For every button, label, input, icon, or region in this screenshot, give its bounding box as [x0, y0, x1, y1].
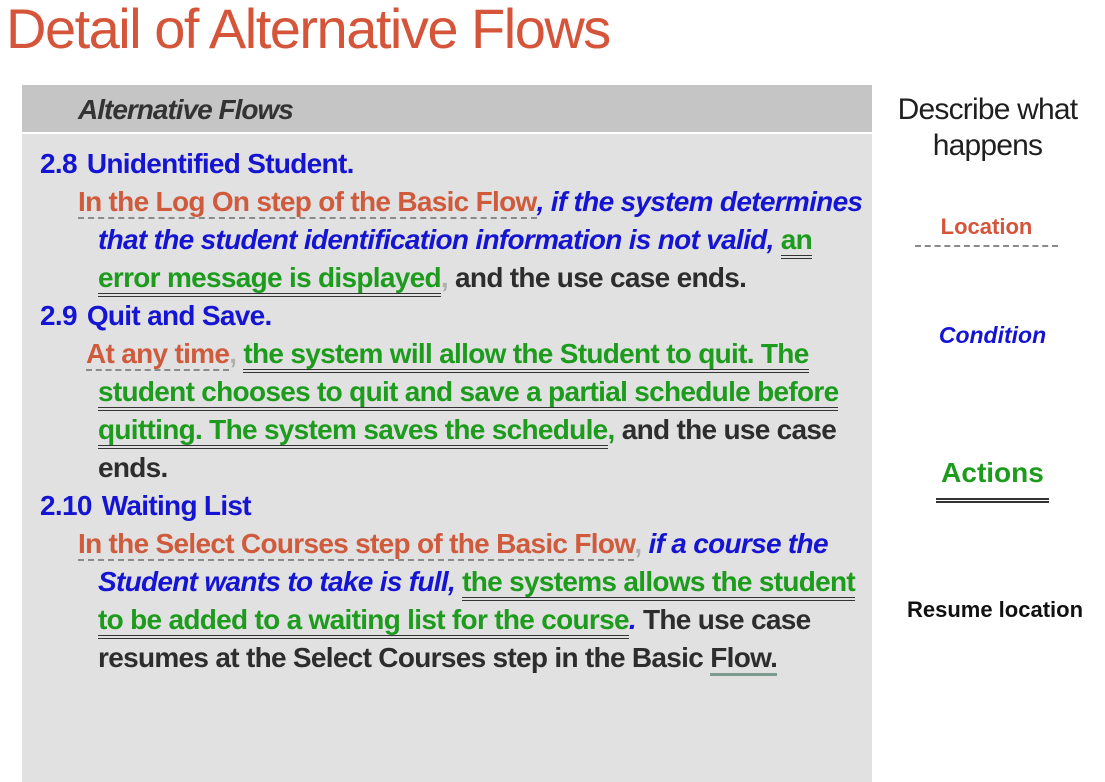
slide-title: Detail of Alternative Flows [6, 0, 611, 60]
flow-separator: , [440, 262, 449, 293]
flow-body: In the Select Courses step of the Basic … [40, 525, 868, 677]
flow-location: In the Log On step of the Basic Flow [78, 186, 537, 219]
legend-resume-location: Resume location [906, 597, 1084, 622]
flow-body: At any time, the system will allow the S… [40, 335, 868, 487]
flows-list: 2.8 Unidentified Student. In the Log On s… [40, 145, 870, 677]
flow-heading: 2.9 Quit and Save. [40, 297, 870, 335]
flow-separator: . [628, 604, 637, 635]
legend-location: Location [915, 213, 1058, 247]
flow-body: In the Log On step of the Basic Flow, if… [40, 183, 868, 297]
panel-header-label: Alternative Flows [78, 94, 294, 125]
legend-describe: Describe what happens [897, 93, 1078, 162]
flow-heading: 2.8 Unidentified Student. [40, 145, 870, 183]
flow-location: At any time [86, 338, 230, 371]
flow-number: 2.9 [40, 300, 78, 331]
flow-number: 2.10 [40, 490, 92, 521]
flow-name: Unidentified Student. [86, 148, 355, 179]
flow-separator: , [447, 566, 463, 597]
flow-name: Quit and Save. [86, 300, 272, 331]
flow-number: 2.8 [40, 148, 78, 179]
flow-2-9: 2.9 Quit and Save. At any time, the syste… [40, 297, 870, 487]
flow-separator: , [634, 528, 649, 559]
flow-separator: , [229, 338, 244, 369]
flow-separator: , [536, 186, 551, 217]
flow-heading: 2.10 Waiting List [40, 487, 870, 525]
flow-2-8: 2.8 Unidentified Student. In the Log On s… [40, 145, 870, 297]
legend-actions: Actions [936, 456, 1049, 503]
flow-resume: and the use case ends. [447, 262, 747, 293]
legend-condition: Condition [938, 322, 1047, 348]
flow-2-10: 2.10 Waiting List In the Select Courses s… [40, 487, 870, 677]
flow-separator: , [766, 224, 781, 255]
flow-resume-end: Flow. [710, 642, 778, 676]
panel-header: Alternative Flows [22, 85, 872, 134]
flow-separator: , [607, 414, 616, 445]
flow-name: Waiting List [101, 490, 252, 521]
flow-location: In the Select Courses step of the Basic … [78, 528, 635, 561]
